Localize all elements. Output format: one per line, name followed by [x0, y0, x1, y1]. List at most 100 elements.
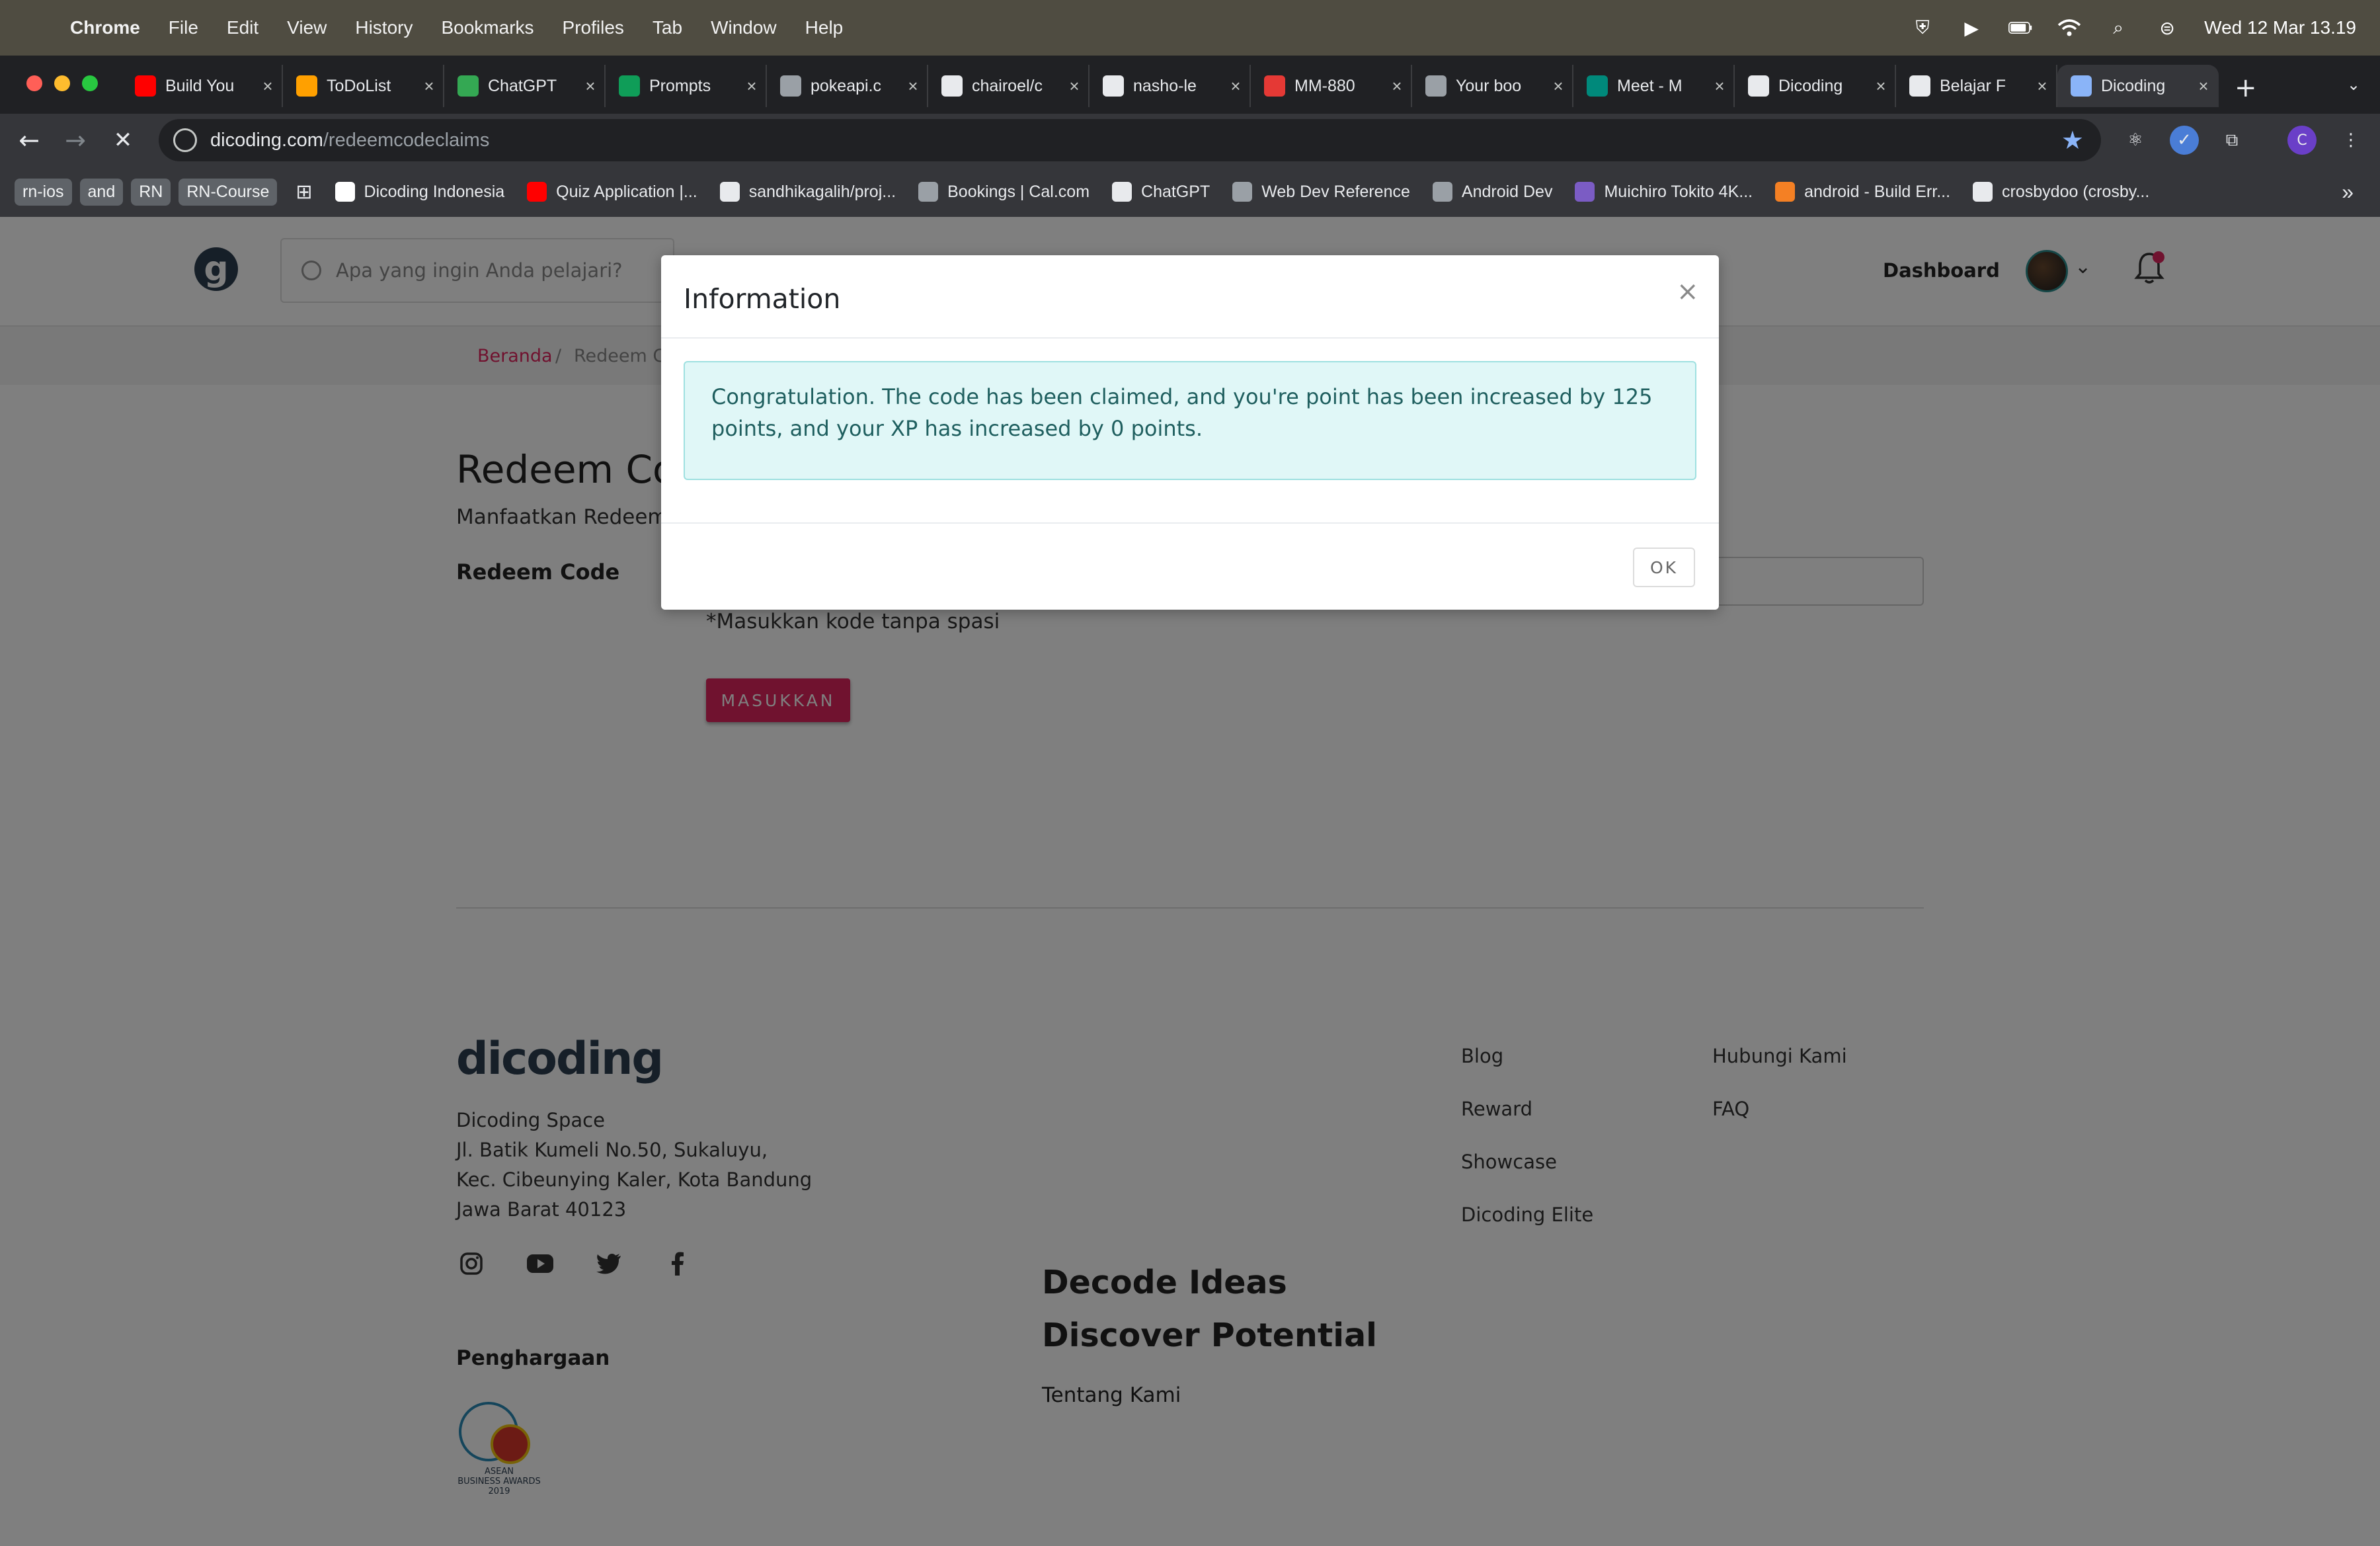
browser-tab[interactable]: Your boo × — [1412, 65, 1573, 107]
tab-close-icon[interactable]: × — [1064, 76, 1084, 97]
information-modal: Information × Congratulation. The code h… — [661, 255, 1719, 610]
google-sheets-icon — [619, 75, 640, 97]
play-icon[interactable]: ▶ — [1960, 16, 1983, 40]
browser-tab[interactable]: Meet - M × — [1573, 65, 1735, 107]
close-icon[interactable]: × — [1677, 276, 1699, 307]
bookmark-item[interactable]: crosbydoo (crosby... — [1973, 182, 2149, 202]
browser-tab[interactable]: Dicoding × — [1735, 65, 1896, 107]
bookmark-chip-rn-course[interactable]: RN-Course — [178, 178, 278, 206]
bookmark-item[interactable]: Android Dev — [1432, 182, 1553, 202]
bookmark-label: Dicoding Indonesia — [364, 182, 505, 201]
browser-tab[interactable]: chairoel/c × — [928, 65, 1090, 107]
browser-tab[interactable]: Belajar F × — [1896, 65, 2057, 107]
bookmark-item[interactable]: android - Build Err... — [1775, 182, 1950, 202]
menu-bookmarks[interactable]: Bookmarks — [441, 17, 534, 38]
browser-tab[interactable]: nasho-le × — [1090, 65, 1251, 107]
tab-close-icon[interactable]: × — [258, 76, 278, 97]
browser-tab[interactable]: ChatGPT × — [444, 65, 606, 107]
bookmark-item[interactable]: ChatGPT — [1112, 182, 1210, 202]
extension-check-icon[interactable]: ✓ — [2170, 126, 2199, 155]
github-icon — [719, 182, 740, 202]
control-center-icon[interactable]: ⊜ — [2155, 16, 2179, 40]
menu-tab[interactable]: Tab — [653, 17, 682, 38]
bookmark-chip-rn-ios[interactable]: rn-ios — [15, 178, 72, 206]
vpn-icon[interactable]: ⛨ — [1911, 16, 1934, 40]
dicoding-icon — [335, 182, 355, 202]
wifi-icon[interactable] — [2057, 16, 2081, 40]
menu-file[interactable]: File — [169, 17, 198, 38]
tab-label: chairoel/c — [972, 76, 1043, 95]
menu-app-name[interactable]: Chrome — [70, 17, 140, 38]
menu-help[interactable]: Help — [805, 17, 844, 38]
profile-avatar-icon[interactable]: C — [2287, 126, 2317, 155]
maximize-window-button[interactable] — [82, 75, 98, 91]
status-area: ⛨ ▶ ⌕ ⊜ Wed 12 Mar 13.19 — [1911, 0, 2356, 56]
stop-loading-icon[interactable]: ✕ — [107, 124, 139, 156]
browser-tab[interactable]: ToDoList × — [283, 65, 444, 107]
tab-close-icon[interactable]: × — [903, 76, 923, 97]
stackoverflow-icon — [1775, 182, 1796, 202]
tab-search-chevron-icon[interactable]: ⌄ — [2347, 75, 2360, 94]
tab-close-icon[interactable]: × — [580, 76, 600, 97]
tab-label: MM-880 — [1294, 76, 1355, 95]
browser-tab[interactable]: MM-880 × — [1251, 65, 1412, 107]
tab-close-icon[interactable]: × — [1710, 76, 1729, 97]
react-devtools-icon[interactable]: ⚛ — [2121, 126, 2150, 155]
bookmark-star-icon[interactable]: ★ — [2061, 126, 2084, 155]
apps-grid-icon[interactable]: ⊞ — [296, 181, 312, 204]
tab-close-icon[interactable]: × — [1871, 76, 1891, 97]
bookmark-item[interactable]: sandhikagalih/proj... — [719, 182, 896, 202]
back-arrow-icon[interactable]: ← — [13, 124, 45, 156]
globe-icon — [780, 75, 801, 97]
browser-tab[interactable]: Dicoding × — [2057, 65, 2219, 107]
bookmark-label: Quiz Application |... — [556, 182, 697, 201]
folder-icon — [1432, 182, 1452, 202]
spotlight-search-icon[interactable]: ⌕ — [2106, 16, 2130, 40]
tab-close-icon[interactable]: × — [1226, 76, 1246, 97]
chrome-menu-icon[interactable]: ⋮ — [2336, 126, 2365, 155]
forward-arrow-icon[interactable]: → — [60, 124, 91, 156]
site-info-icon[interactable] — [173, 128, 197, 152]
menu-history[interactable]: History — [355, 17, 413, 38]
menubar-clock[interactable]: Wed 12 Mar 13.19 — [2204, 17, 2356, 38]
bookmarks-more-icon[interactable]: » — [2342, 180, 2354, 204]
meet-icon — [1587, 75, 1608, 97]
tab-close-icon[interactable]: × — [1387, 76, 1407, 97]
macos-menu-bar: Chrome File Edit View History Bookmarks … — [0, 0, 2380, 56]
bookmark-item[interactable]: Muichiro Tokito 4K... — [1575, 182, 1753, 202]
browser-tab[interactable]: Build You × — [122, 65, 283, 107]
tab-close-icon[interactable]: × — [742, 76, 762, 97]
tab-close-icon[interactable]: × — [419, 76, 439, 97]
tab-close-icon[interactable]: × — [2032, 76, 2052, 97]
ok-button[interactable]: OK — [1633, 548, 1695, 587]
minimize-window-button[interactable] — [54, 75, 70, 91]
bookmark-item[interactable]: Dicoding Indonesia — [335, 182, 505, 202]
menu-edit[interactable]: Edit — [227, 17, 258, 38]
tab-close-icon[interactable]: × — [2194, 76, 2213, 97]
extensions-puzzle-icon[interactable]: ⧉ — [2217, 126, 2246, 155]
bookmark-item[interactable]: Quiz Application |... — [527, 182, 697, 202]
bookmark-chip-and[interactable]: and — [79, 178, 124, 206]
browser-tab[interactable]: pokeapi.c × — [767, 65, 928, 107]
bookmark-item[interactable]: Web Dev Reference — [1232, 182, 1410, 202]
tab-close-icon[interactable]: × — [1548, 76, 1568, 97]
menu-view[interactable]: View — [287, 17, 327, 38]
tab-strip: Build You × ToDoList × ChatGPT × Prompts × pokea… — [0, 56, 2380, 114]
bookmark-label: Bookings | Cal.com — [947, 182, 1090, 201]
bookmark-chip-rn[interactable]: RN — [131, 178, 171, 206]
bookmark-label: Android Dev — [1461, 182, 1553, 201]
browser-toolbar: ← → ✕ dicoding.com/redeemcodeclaims ★ ⚛ … — [0, 114, 2380, 167]
dicoding-icon — [1909, 75, 1930, 97]
address-bar[interactable]: dicoding.com/redeemcodeclaims ★ — [159, 119, 2101, 161]
menu-profiles[interactable]: Profiles — [563, 17, 624, 38]
google-drive-icon — [457, 75, 479, 97]
close-window-button[interactable] — [26, 75, 42, 91]
battery-icon[interactable] — [2008, 16, 2032, 40]
url-text[interactable]: dicoding.com/redeemcodeclaims — [210, 130, 489, 151]
bookmark-item[interactable]: Bookings | Cal.com — [918, 182, 1090, 202]
tab-label: ToDoList — [327, 76, 391, 95]
new-tab-button[interactable]: + — [2235, 73, 2257, 103]
menu-window[interactable]: Window — [711, 17, 777, 38]
tab-label: Your boo — [1456, 76, 1522, 95]
browser-tab[interactable]: Prompts × — [606, 65, 767, 107]
